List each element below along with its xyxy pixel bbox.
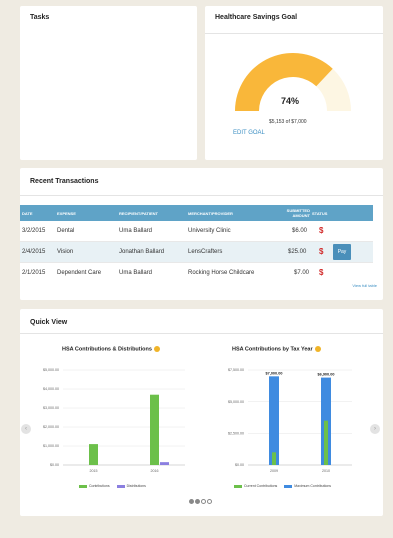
bar: [150, 394, 159, 465]
chart2-title-text: HSA Contributions by Tax Year: [232, 346, 313, 353]
y-tick-label: $5,000.00: [43, 368, 59, 372]
cell-merchant: LensCrafters: [188, 249, 223, 255]
y-tick-label: $5,000.00: [228, 400, 244, 404]
legend-item: Current Contributions: [234, 484, 277, 488]
carousel-dot[interactable]: [194, 499, 200, 504]
bar: [160, 462, 169, 465]
status-dollar-icon: $: [319, 247, 324, 256]
y-tick-label: $7,500.00: [228, 368, 244, 372]
legend-item: Distributions: [116, 484, 146, 488]
legend-swatch: [284, 484, 293, 488]
data-label: $7,000.00: [266, 371, 283, 375]
transactions-card: Recent Transactions DATE EXPENSE RECIPIE…: [20, 168, 383, 300]
col-status: STATUS: [312, 211, 328, 216]
carousel-dot[interactable]: [188, 499, 194, 504]
cell-expense: Vision: [57, 249, 74, 255]
legend-swatch: [79, 484, 87, 488]
table-row[interactable]: 3/2/2015 Dental Uma Ballard University C…: [20, 221, 373, 242]
x-tick-label: 2009: [270, 469, 278, 473]
table-row[interactable]: 2/4/2015 Vision Jonathan Ballard LensCra…: [20, 242, 373, 263]
x-tick-label: 2016: [151, 469, 159, 473]
cell-expense: Dental: [57, 228, 75, 234]
chart2-legend: Current Contributions Maximum Contributi…: [234, 484, 331, 488]
col-expense: EXPENSE: [57, 211, 76, 216]
col-amount: SUBMITTED AMOUNT: [278, 208, 310, 218]
x-tick-label: 2015: [90, 469, 98, 473]
pay-button[interactable]: Pay: [333, 244, 351, 260]
savings-amount: $5,153 of $7,000: [269, 119, 307, 125]
info-icon[interactable]: [153, 346, 160, 352]
legend-swatch: [234, 484, 242, 488]
bar: [89, 444, 98, 465]
cell-date: 2/1/2015: [22, 270, 46, 276]
chart2-title: HSA Contributions by Tax Year: [232, 346, 321, 352]
y-tick-label: $0.00: [235, 463, 244, 467]
bar: [272, 452, 276, 465]
info-icon[interactable]: [314, 346, 321, 352]
table-row[interactable]: 2/1/2015 Dependent Care Uma Ballard Rock…: [20, 263, 373, 284]
legend-label: Current Contributions: [244, 484, 278, 488]
card-divider: [20, 195, 383, 196]
cell-recipient: Jonathan Ballard: [119, 249, 165, 255]
y-tick-label: $3,000.00: [43, 406, 59, 410]
y-tick-label: $4,000.00: [43, 387, 59, 391]
card-divider: [205, 33, 383, 34]
cell-recipient: Uma Ballard: [119, 270, 153, 276]
page-margin: [0, 0, 12, 538]
cell-date: 2/4/2015: [22, 249, 46, 255]
chart1-title-text: HSA Contributions & Distributions: [62, 346, 152, 353]
legend-label: Contributions: [89, 484, 110, 488]
cell-merchant: Rocking Horse Childcare: [188, 270, 255, 276]
legend-item: Maximum Contributions: [284, 484, 331, 488]
transactions-title: Recent Transactions: [30, 178, 99, 185]
carousel-dot[interactable]: [206, 499, 212, 504]
cell-date: 3/2/2015: [22, 228, 46, 234]
chart1-title: HSA Contributions & Distributions: [62, 346, 160, 352]
chart1-svg: $0.00 $1,000.00 $2,000.00 $3,000.00 $4,000.0…: [43, 368, 185, 473]
legend-label: Distributions: [126, 484, 146, 488]
data-label: $6,900.00: [318, 373, 335, 377]
cell-merchant: University Clinic: [188, 228, 231, 234]
tasks-title: Tasks: [30, 14, 50, 21]
card-divider: [20, 333, 383, 334]
table-header: DATE EXPENSE RECIPIENT/PATIENT MERCHANT/…: [20, 205, 373, 221]
legend-swatch: [116, 484, 125, 488]
status-dollar-icon: $: [319, 268, 324, 277]
savings-goal-title: Healthcare Savings Goal: [215, 14, 298, 21]
view-full-table-link[interactable]: View full table: [352, 283, 377, 288]
bar: [324, 420, 328, 465]
x-tick-label: 2010: [322, 469, 330, 473]
cell-recipient: Uma Ballard: [119, 228, 153, 234]
cell-amount: $6.00: [292, 228, 308, 234]
savings-percent: 74%: [281, 96, 300, 106]
cell-amount: $7.00: [294, 270, 310, 276]
y-tick-label: $2,000.00: [43, 425, 59, 429]
col-date: DATE: [22, 211, 33, 216]
carousel-dot[interactable]: [200, 499, 206, 504]
y-tick-label: $2,500.00: [228, 432, 244, 436]
y-tick-label: $1,000.00: [43, 444, 59, 448]
legend-label: Maximum Contributions: [294, 484, 332, 488]
savings-goal-card: Healthcare Savings Goal 74% $5,153 of $7…: [205, 6, 383, 160]
cell-expense: Dependent Care: [57, 270, 102, 276]
status-dollar-icon: $: [319, 226, 324, 235]
chart2-svg: $0.00 $2,500.00 $5,000.00 $7,500.00 2009 $7,0…: [228, 368, 352, 473]
cell-amount: $25.00: [288, 249, 307, 255]
col-merchant: MERCHANT/PROVIDER: [188, 211, 233, 216]
chart1-legend: Contributions Distributions: [79, 484, 146, 488]
col-amount-line2: AMOUNT: [292, 213, 310, 218]
quick-view-title: Quick View: [30, 319, 68, 326]
carousel-indicators: [188, 499, 212, 506]
bar: [269, 376, 279, 465]
col-recipient: RECIPIENT/PATIENT: [119, 211, 158, 216]
tasks-card: Tasks: [20, 6, 197, 160]
edit-goal-link[interactable]: EDIT GOAL: [233, 130, 265, 136]
legend-item: Contributions: [79, 484, 110, 488]
y-tick-label: $0.00: [50, 463, 59, 467]
